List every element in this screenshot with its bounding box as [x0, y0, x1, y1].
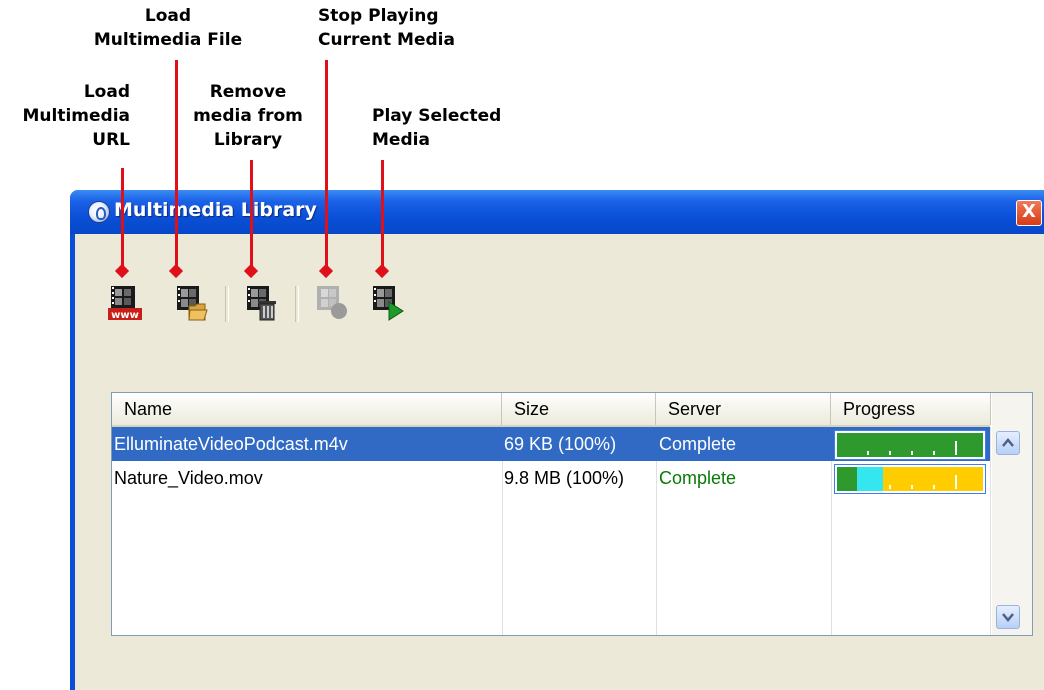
callout-text: Multimedia File: [93, 30, 243, 50]
film-trash-icon: [247, 286, 276, 321]
progress-bar: [834, 464, 986, 494]
callout-text: Library: [213, 130, 283, 150]
pointer-line: [325, 60, 328, 272]
list-header: Name Size Server Progress: [112, 393, 991, 427]
cell-server-status: Complete: [659, 468, 737, 488]
callout-text: Play Selected: [372, 106, 502, 126]
cell-name: Nature_Video.mov: [114, 468, 263, 488]
play-button[interactable]: [367, 282, 407, 324]
progress-tick: [955, 475, 957, 489]
progress-tick: [889, 451, 891, 455]
callout-play: Play Selected Media: [372, 104, 552, 152]
callout-text: Media: [372, 130, 430, 150]
progress-fill: [857, 467, 883, 491]
scroll-down-button[interactable]: [996, 605, 1020, 629]
progress-tick: [911, 485, 913, 489]
table-row[interactable]: Nature_Video.mov 9.8 MB (100%) Complete: [112, 461, 990, 495]
callout-text: Remove: [209, 82, 287, 102]
pointer-line: [250, 160, 253, 272]
table-row[interactable]: ElluminateVideoPodcast.m4v 69 KB (100%) …: [112, 427, 990, 461]
callout-text: Current Media: [318, 30, 455, 50]
progress-tick: [955, 441, 957, 455]
callout-text: URL: [92, 130, 130, 150]
column-header-progress[interactable]: Progress: [831, 393, 991, 425]
cell-size: 69 KB (100%): [504, 434, 617, 454]
media-list[interactable]: Name Size Server Progress ElluminateVide…: [111, 392, 1033, 636]
film-www-icon: www: [108, 286, 142, 321]
callout-text: media from: [193, 106, 303, 126]
column-header-size[interactable]: Size: [502, 393, 656, 425]
chevron-up-icon: [1002, 438, 1014, 447]
column-header-name[interactable]: Name: [112, 393, 502, 425]
load-url-button[interactable]: www: [105, 282, 145, 324]
callout-text: Load: [83, 82, 130, 102]
callout-text: Multimedia: [22, 106, 130, 126]
film-play-icon: [373, 286, 404, 321]
pointer-line: [381, 160, 384, 272]
column-header-server[interactable]: Server: [656, 393, 831, 425]
window-title: Multimedia Library: [114, 199, 317, 221]
multimedia-library-window: Multimedia Library X www Name Size Serve…: [70, 190, 1044, 690]
stop-button[interactable]: [311, 282, 351, 324]
window-client-area: www Name Size Server Progress Elluminate…: [75, 234, 1044, 690]
close-button[interactable]: X: [1016, 200, 1042, 226]
progress-tick: [889, 485, 891, 489]
load-file-button[interactable]: [171, 282, 211, 324]
toolbar-separator: [225, 286, 229, 322]
svg-text:www: www: [111, 310, 139, 321]
cell-name: ElluminateVideoPodcast.m4v: [114, 434, 348, 454]
film-stop-icon: [317, 286, 347, 319]
callout-stop: Stop Playing Current Media: [318, 4, 518, 52]
progress-bar: [834, 430, 986, 460]
callout-load-url: Load Multimedia URL: [6, 80, 130, 152]
cell-server-status: Complete: [659, 434, 737, 454]
chevron-down-icon: [1002, 613, 1014, 622]
app-icon: [88, 201, 110, 223]
vertical-scrollbar[interactable]: [992, 393, 1032, 635]
progress-fill: [837, 467, 857, 491]
pointer-line: [121, 168, 124, 272]
film-folder-icon: [177, 286, 208, 321]
callout-remove: Remove media from Library: [176, 80, 320, 152]
progress-fill: [837, 433, 983, 457]
progress-tick: [867, 451, 869, 455]
column-divider: [990, 427, 991, 635]
callout-text: Load: [144, 6, 192, 26]
toolbar-separator: [295, 286, 299, 322]
progress-tick: [933, 485, 935, 489]
progress-tick: [933, 451, 935, 455]
pointer-line: [175, 60, 178, 272]
callout-load-file: Load Multimedia File: [26, 4, 310, 52]
remove-media-button[interactable]: [241, 282, 281, 324]
scroll-up-button[interactable]: [996, 431, 1020, 455]
callout-text: Stop Playing: [318, 6, 439, 26]
cell-size: 9.8 MB (100%): [504, 468, 625, 488]
progress-tick: [911, 451, 913, 455]
title-bar[interactable]: Multimedia Library X: [70, 190, 1044, 234]
